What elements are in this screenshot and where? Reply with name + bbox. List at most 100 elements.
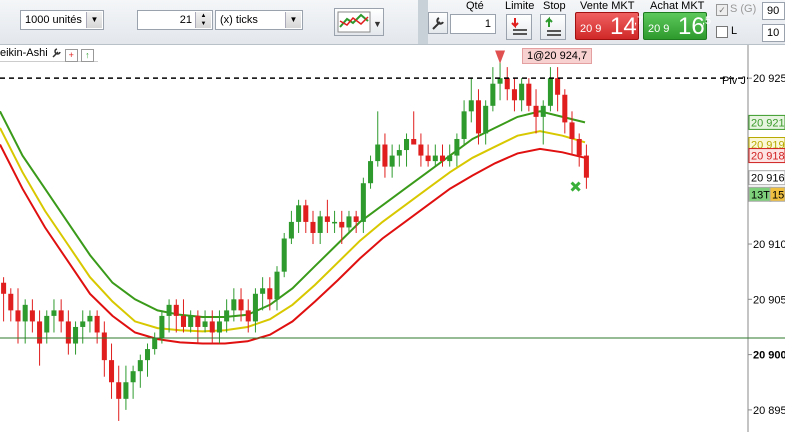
sg-label: S (G) — [730, 3, 757, 15]
right-field-2[interactable]: 10 — [762, 24, 785, 42]
buy-market-label: Achat MKT — [650, 0, 705, 12]
candle-body — [209, 321, 215, 333]
candle-body — [144, 349, 151, 361]
candle-body — [533, 105, 539, 117]
chart-indicator-icon: ▼ — [337, 11, 382, 33]
right-field-1[interactable]: 90 — [762, 2, 785, 20]
candle-body — [288, 221, 294, 239]
candle-body — [267, 288, 273, 300]
candle-body — [310, 221, 316, 233]
candle-body — [130, 371, 136, 383]
settings-button[interactable] — [428, 12, 448, 34]
qty-label: Qté — [466, 0, 484, 12]
price-tick-label: 20 900 — [753, 350, 785, 362]
qty-input[interactable]: 1 — [450, 14, 496, 34]
candle-body — [101, 332, 107, 361]
buy-price-prefix: 20 9 — [648, 23, 670, 35]
right-field-1-value: 90 — [767, 5, 780, 17]
candle-body — [475, 100, 481, 134]
candle-body — [382, 144, 388, 167]
candle-body — [29, 310, 35, 322]
candle-body — [583, 155, 589, 178]
candle-body — [526, 83, 532, 106]
limit-label: Limite — [505, 0, 535, 12]
l-checkbox[interactable] — [716, 26, 728, 38]
trading-toolbar: 1000 unités ▼ 21 ▲ ▼ (x) ticks ▼ ▼ Qté 1 … — [0, 0, 785, 45]
candle-body — [346, 216, 352, 228]
stop-order-button[interactable] — [540, 14, 566, 40]
spinner-icon[interactable]: ▲ ▼ — [195, 12, 211, 28]
right-field-2-value: 10 — [767, 27, 780, 39]
candle-body — [116, 382, 122, 399]
price-chart[interactable]: 20 925 20 910 20 905 20 900 20 895 20 921 20 9… — [0, 45, 785, 432]
sg-checkbox[interactable]: ✓ — [716, 4, 728, 16]
candle-body — [425, 155, 431, 162]
candle-body — [497, 78, 503, 84]
svg-text:▼: ▼ — [373, 19, 382, 29]
candle-body — [439, 155, 446, 162]
candle-body — [418, 144, 424, 156]
candle-body — [375, 144, 381, 162]
chart-title: eikin-Ashi — [0, 47, 48, 59]
pivot-label: Piv J — [722, 75, 746, 87]
candle-body — [504, 78, 510, 90]
indicators-button[interactable]: ▼ — [334, 8, 384, 36]
price-tag-label: 20 918 — [751, 151, 785, 163]
candle-body — [461, 111, 467, 139]
add-red-icon[interactable]: + — [64, 49, 78, 62]
arrow-up-icon[interactable]: ↑ — [80, 49, 94, 62]
interval-value-field[interactable]: 21 ▲ ▼ — [137, 10, 213, 30]
sell-price-decimal: ,7 — [634, 15, 644, 27]
candle-body — [216, 321, 222, 333]
candle-body — [195, 315, 201, 327]
candle-body — [432, 155, 438, 162]
candle-body — [396, 150, 402, 156]
price-tag-label: 20 916 — [751, 173, 785, 185]
candle-body — [547, 78, 553, 106]
quantity-unit-value: 1000 unités — [25, 14, 82, 26]
order-label[interactable]: 1@20 924,7 — [522, 48, 593, 64]
sell-price-prefix: 20 9 — [580, 23, 602, 35]
buy-price-main: 16 — [678, 13, 705, 40]
candle-body — [137, 360, 143, 372]
candle-body — [260, 288, 266, 294]
candle-body — [576, 138, 582, 156]
candle-body — [454, 138, 460, 156]
candle-body — [562, 94, 568, 123]
candle-body — [274, 271, 280, 300]
interval-unit-select[interactable]: (x) ticks ▼ — [215, 10, 303, 30]
candle-body — [468, 100, 474, 112]
candle-body — [159, 315, 165, 339]
candle-body — [389, 155, 395, 167]
candle-body — [483, 105, 489, 134]
chart-header: eikin-Ashi + ↑ — [0, 47, 98, 62]
price-tick-label: 20 910 — [753, 239, 785, 251]
candle-body — [353, 216, 359, 222]
candle-body — [65, 321, 71, 344]
chevron-down-icon[interactable]: ▼ — [86, 12, 102, 28]
candle-body — [519, 83, 525, 101]
candle-body — [245, 310, 251, 322]
candle-body — [166, 304, 172, 316]
limit-order-button[interactable] — [506, 14, 532, 40]
candle-body — [569, 122, 575, 139]
wrench-icon[interactable] — [51, 47, 62, 58]
buy-market-button[interactable]: 20 9 16 ,5 — [643, 12, 711, 40]
candle-body — [224, 310, 230, 322]
price-tag-label: 13T — [751, 189, 770, 201]
quantity-unit-select[interactable]: 1000 unités ▼ — [20, 10, 104, 30]
candle-body — [123, 382, 129, 399]
stop-order-icon — [545, 16, 561, 36]
chart-canvas[interactable]: 20 925 20 910 20 905 20 900 20 895 20 921 20 9… — [0, 45, 785, 432]
candle-body — [324, 216, 330, 222]
chevron-down-icon[interactable]: ▼ — [285, 12, 301, 28]
buy-price-decimal: ,5 — [702, 15, 712, 27]
candle-body — [44, 315, 50, 333]
sell-market-button[interactable]: 20 9 14 ,7 — [575, 12, 643, 40]
candle-body — [152, 338, 158, 350]
candle-body — [540, 105, 546, 117]
order-label-text: 1@20 924,7 — [527, 50, 588, 62]
candle-body — [368, 161, 374, 184]
price-tick-label: 20 925 — [753, 73, 785, 85]
candle-body — [202, 321, 208, 327]
